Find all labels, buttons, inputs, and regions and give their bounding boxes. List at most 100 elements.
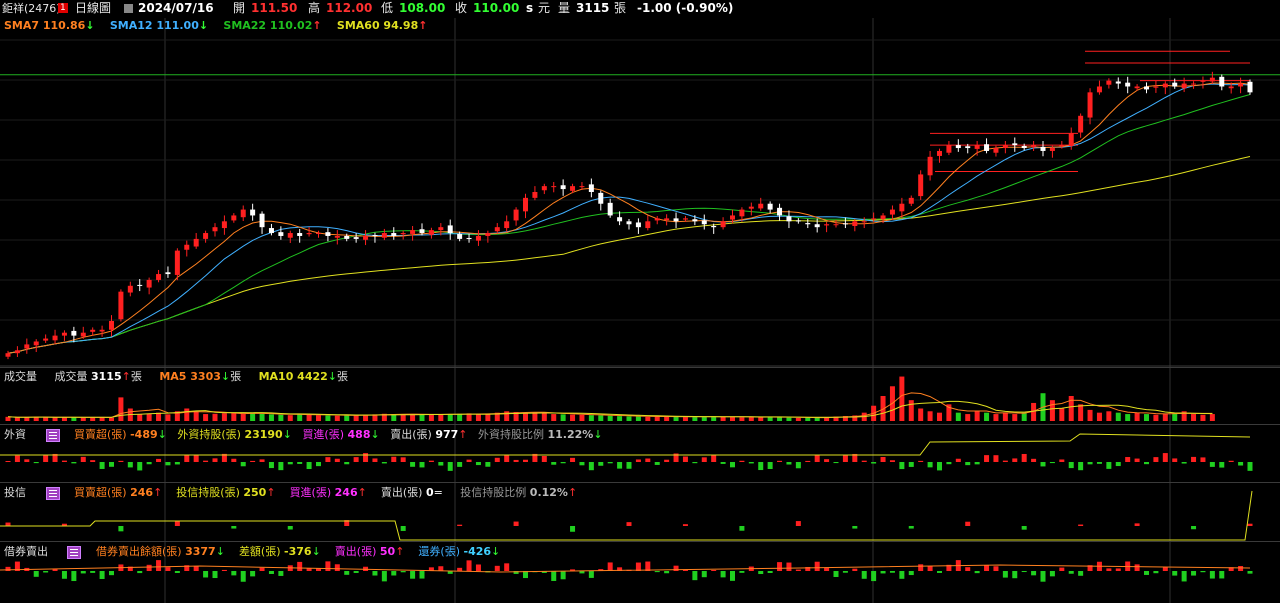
indicator-bar <box>165 462 171 466</box>
candle-body <box>504 221 510 229</box>
indicator-bar <box>1078 462 1084 471</box>
indicator-bar <box>1153 571 1159 574</box>
indicator-bar <box>457 462 463 467</box>
indicator-bar <box>156 458 162 462</box>
indicator-bar <box>250 571 256 577</box>
indicator-bar <box>570 457 576 462</box>
candle-body <box>664 218 670 221</box>
volume-bar <box>240 414 246 421</box>
indicator-bar <box>767 571 773 574</box>
trust-buy-label: 買進(張) <box>289 486 332 499</box>
sbl-diff-value: -376 <box>284 545 312 558</box>
volume-bar <box>570 414 576 421</box>
candle-body <box>541 186 547 191</box>
indicator-bar <box>1238 462 1244 466</box>
candle-body <box>381 233 387 238</box>
indicator-bar <box>1181 571 1187 582</box>
price-chart[interactable] <box>0 0 1280 603</box>
candle-body <box>1012 143 1018 146</box>
indicator-bar <box>523 459 528 462</box>
candle-body <box>14 350 20 354</box>
indicator-bar <box>1125 457 1131 462</box>
volume-bar <box>626 416 632 421</box>
volume-bar <box>579 414 585 421</box>
indicator-bar <box>786 562 792 571</box>
candle-body <box>278 232 284 236</box>
indicator-bar <box>212 571 218 579</box>
indicator-bar <box>504 454 510 462</box>
volume-bar <box>1115 412 1121 421</box>
candle-body <box>833 224 839 226</box>
indicator-bar <box>795 521 801 526</box>
indicator-bar <box>880 457 886 462</box>
menu-icon[interactable] <box>46 487 60 500</box>
sbl-sell-label: 賣出(張) <box>334 545 377 558</box>
candle-body <box>598 192 604 204</box>
indicator-bar <box>974 462 980 465</box>
volume-bar <box>14 417 20 421</box>
trust-ratio-value: 0.12% <box>529 486 568 499</box>
indicator-bar <box>1191 456 1197 462</box>
candle-body <box>344 235 350 239</box>
indicator-bar <box>1162 566 1168 571</box>
indicator-bar <box>711 569 717 571</box>
candle-body <box>193 238 199 247</box>
indicator-bar <box>842 455 848 462</box>
indicator-bar <box>889 571 895 573</box>
candle-body <box>955 145 961 149</box>
indicator-bar <box>99 571 105 579</box>
indicator-bar <box>1002 460 1008 462</box>
indicator-bar <box>899 462 905 470</box>
indicator-bar <box>1115 568 1121 571</box>
candle-body <box>758 203 764 209</box>
indicator-bar <box>1228 460 1234 462</box>
sma22-arrow: ↑ <box>312 19 322 32</box>
volume-bar <box>617 416 623 421</box>
indicator-bar <box>1106 568 1112 571</box>
indicator-bar <box>1134 523 1140 526</box>
volume-bar <box>353 415 359 421</box>
indicator-bar <box>682 524 688 526</box>
candle-body <box>99 329 105 332</box>
divider <box>0 541 1280 542</box>
volume-bar <box>937 412 942 421</box>
menu-icon[interactable] <box>46 429 60 442</box>
sbl-title: 借券賣出 <box>4 545 48 558</box>
volume-bar <box>918 408 924 421</box>
indicator-bar <box>513 521 519 526</box>
candle-body <box>306 233 312 235</box>
volume-bar <box>984 412 990 421</box>
volume-bar <box>748 417 754 421</box>
indicator-bar <box>363 453 369 462</box>
indicator-bar <box>1247 462 1253 471</box>
candle-body <box>824 224 830 226</box>
indicator-bar <box>814 561 820 571</box>
trust-sell-value: 0 <box>425 486 434 499</box>
indicator-bar <box>494 457 500 462</box>
volume-bar <box>532 412 538 421</box>
trust-ratio-label: 投信持股比例 <box>460 486 527 499</box>
sbl-return-arrow: ↓ <box>491 545 501 558</box>
candle-body <box>1172 82 1178 87</box>
indicator-bar <box>90 460 96 462</box>
indicator-bar <box>1134 564 1140 571</box>
candle-body <box>795 220 801 222</box>
indicator-bar <box>852 526 858 529</box>
indicator-bar <box>1087 462 1093 465</box>
indicator-bar <box>607 562 613 571</box>
indicator-bar <box>391 571 397 576</box>
volume-bar <box>1134 412 1140 421</box>
indicator-bar <box>1209 462 1215 467</box>
indicator-bar <box>1021 526 1027 530</box>
indicator-bar <box>306 462 312 470</box>
trust-hold-label: 投信持股(張) <box>176 486 240 499</box>
foreign-ratio-label: 外資持股比例 <box>478 428 544 441</box>
indicator-bar <box>1012 458 1018 462</box>
candle-body <box>165 272 171 275</box>
menu-icon[interactable] <box>67 546 81 559</box>
candle-body <box>250 209 256 216</box>
indicator-bar <box>325 561 331 571</box>
indicator-bar <box>33 571 39 577</box>
indicator-bar <box>692 462 698 464</box>
indicator-bar <box>1106 462 1112 469</box>
